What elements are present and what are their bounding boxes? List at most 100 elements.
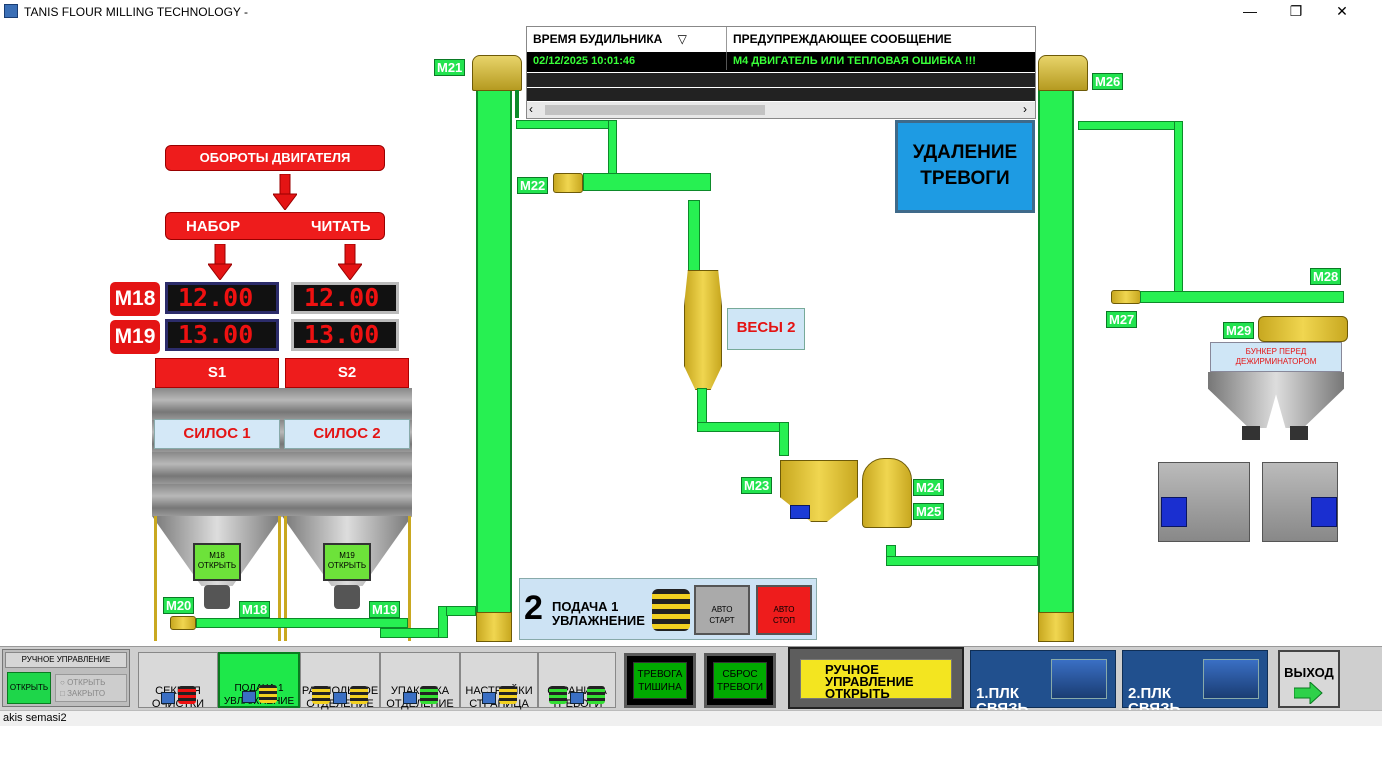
nav-milling-section[interactable]: РАЗМОЛЬНОЕ ОТДЕЛЕНИЕ (300, 652, 380, 710)
down-arrow-icon (273, 174, 297, 210)
m28-label: M28 (1310, 268, 1342, 285)
nav-alarm-page[interactable]: СТРАНИЦА ТРЕВОГИ (538, 652, 616, 710)
barrel-icon (312, 686, 330, 704)
auto-stop-button[interactable]: АВТО СТОП (756, 585, 812, 635)
m18-label: M18 (239, 601, 271, 618)
horizontal-scrollbar[interactable]: ‹ › (527, 102, 1035, 118)
m19-badge: M19 (110, 320, 160, 354)
alarm-clear-line2: ТРЕВОГИ (920, 168, 1010, 189)
m19-set-display[interactable]: 13.00 (165, 319, 279, 351)
barrel-icon (350, 686, 368, 704)
barrel-icon (587, 686, 605, 704)
elevator-m26-head (1038, 55, 1088, 91)
silo-1-head: S1 (155, 358, 279, 388)
alarm-clear-line1: УДАЛЕНИЕ (912, 142, 1018, 163)
silo-1-label: СИЛОС 1 (154, 419, 280, 449)
m19-read-display: 13.00 (291, 319, 399, 351)
m20-screw-motor (170, 616, 196, 630)
set-read-header: НАБОР ЧИТАТЬ (165, 212, 385, 240)
alarm-reset-button[interactable]: СБРОС ТРЕВОГИ (704, 653, 776, 708)
m18-open-valve-button[interactable]: M18 ОТКРЫТЬ (193, 543, 241, 581)
scroll-right-icon[interactable]: › (1023, 102, 1027, 116)
m29-bunker-screw (1258, 316, 1348, 342)
m18-set-display[interactable]: 12.00 (165, 282, 279, 314)
app-icon (4, 4, 18, 18)
conveyor-m22 (583, 173, 711, 191)
alarm-time-header[interactable]: ВРЕМЯ БУДИЛЬНИКА ▽ (527, 27, 727, 52)
pipe-scale-m23 (697, 388, 707, 424)
monitor-icon (161, 692, 175, 704)
alarm-silence-button[interactable]: ТРЕВОГА ТИШИНА (624, 653, 696, 708)
silo-status-icon (652, 589, 690, 631)
m23-motor (790, 505, 810, 519)
title-bar: TANIS FLOUR MILLING TECHNOLOGY - — ❐ ✕ (0, 0, 1382, 24)
status-bar: akis semasi2 (0, 710, 1382, 726)
m21-label: M21 (434, 59, 466, 76)
set-label: НАБОР (186, 218, 241, 235)
radio-open-label: ОТКРЫТЬ (67, 678, 106, 687)
barrel-icon (549, 686, 567, 704)
alarm-row[interactable]: 02/12/2025 10:01:46 M4 ДВИГАТЕЛЬ ИЛИ ТЕП… (527, 52, 1035, 72)
silo-leg (154, 516, 157, 641)
roller-mill-2 (1262, 462, 1338, 542)
m19-open-valve-button[interactable]: M19 ОТКРЫТЬ (323, 543, 371, 581)
nav-dampening-1[interactable]: ПОДАЧА 1 УВЛАЖНЕНИЕ (218, 652, 300, 708)
sort-icon[interactable]: ▽ (678, 32, 687, 46)
mill-motor (1161, 497, 1187, 527)
roller-mill-1 (1158, 462, 1250, 542)
alarm-reset-label: СБРОС ТРЕВОГИ (713, 662, 767, 699)
maximize-button[interactable]: ❐ (1276, 2, 1316, 22)
section-number: 2 (524, 589, 543, 627)
radio-closed[interactable]: □ ЗАКРЫТО (60, 688, 126, 699)
bunker-label: БУНКЕР ПЕРЕД ДЕЖИРМИНАТОРОМ (1210, 342, 1342, 372)
bunker-hopper (1208, 372, 1344, 428)
exit-arrow-icon (1293, 680, 1323, 706)
conveyor-link (380, 628, 440, 638)
m20-label: M20 (163, 597, 195, 614)
scroll-left-icon[interactable]: ‹ (529, 102, 533, 116)
radio-open[interactable]: ○ ОТКРЫТЬ (60, 677, 126, 688)
barrel-icon (499, 686, 517, 704)
alarm-silence-label: ТРЕВОГА ТИШИНА (633, 662, 687, 699)
nav-cleaning-section[interactable]: СЕКЦИЯ ОЧИСТКИ (138, 652, 218, 710)
elevator-m21-boot (476, 612, 512, 642)
network-icon (1203, 659, 1259, 699)
nav-packing-section[interactable]: УПАКОВКА ОТДЕЛЕНИЕ (380, 652, 460, 710)
minimize-button[interactable]: — (1230, 2, 1270, 22)
manual-radio-group[interactable]: ○ ОТКРЫТЬ □ ЗАКРЫТО (55, 674, 127, 702)
pipe-m21-m22 (516, 120, 616, 129)
window-title: TANIS FLOUR MILLING TECHNOLOGY - (24, 5, 249, 19)
exit-button[interactable]: ВЫХОД (1278, 650, 1340, 708)
alarm-time: 02/12/2025 10:01:46 (527, 52, 727, 70)
alarm-table[interactable]: ВРЕМЯ БУДИЛЬНИКА ▽ ПРЕДУПРЕЖДАЮЩЕЕ СООБЩ… (526, 26, 1036, 119)
alarm-message-header[interactable]: ПРЕДУПРЕЖДАЮЩЕЕ СООБЩЕНИЕ (727, 27, 1035, 52)
alarm-row-empty (527, 88, 1035, 101)
motor-speed-title: ОБОРОТЫ ДВИГАТЕЛЯ (165, 145, 385, 171)
rotary-valve-1 (204, 585, 230, 609)
conveyor-link (446, 606, 476, 616)
auto-start-button[interactable]: АВТО СТАРТ (694, 585, 750, 635)
silo-2-label: СИЛОС 2 (284, 419, 410, 449)
barrel-icon (420, 686, 438, 704)
bunker-outlet (1242, 426, 1260, 440)
nav-settings-page[interactable]: НАСТРОЙКИ СТРАНИЦА (460, 652, 538, 710)
pipe-m26-m27 (1078, 121, 1182, 130)
manual-open-button[interactable]: ОТКРЫТЬ (7, 672, 51, 704)
network-icon (1051, 659, 1107, 699)
alarm-clear-button[interactable]: УДАЛЕНИЕ ТРЕВОГИ (895, 120, 1035, 213)
monitor-icon (570, 692, 584, 704)
section-control-panel: 2 ПОДАЧА 1 УВЛАЖНЕНИЕ АВТО СТАРТ АВТО СТ… (519, 578, 817, 640)
scroll-thumb[interactable] (545, 105, 765, 115)
conveyor-m20 (196, 618, 408, 628)
monitor-icon (242, 691, 256, 703)
monitor-icon (482, 692, 496, 704)
section-line2: УВЛАЖНЕНИЕ (552, 613, 645, 628)
elevator-m21-head (472, 55, 522, 91)
pipe-m25-m26 (886, 556, 1038, 566)
chute (515, 90, 519, 118)
section-line1: ПОДАЧА 1 (552, 599, 619, 614)
m29-label: M29 (1223, 322, 1255, 339)
close-button[interactable]: ✕ (1322, 2, 1362, 22)
manual-control-open-button[interactable]: РУЧНОЕ УПРАВЛЕНИЕ ОТКРЫТЬ (788, 647, 964, 709)
plc2-status: 2.ПЛК СВЯЗЬ ХОРОШО (1122, 650, 1268, 731)
